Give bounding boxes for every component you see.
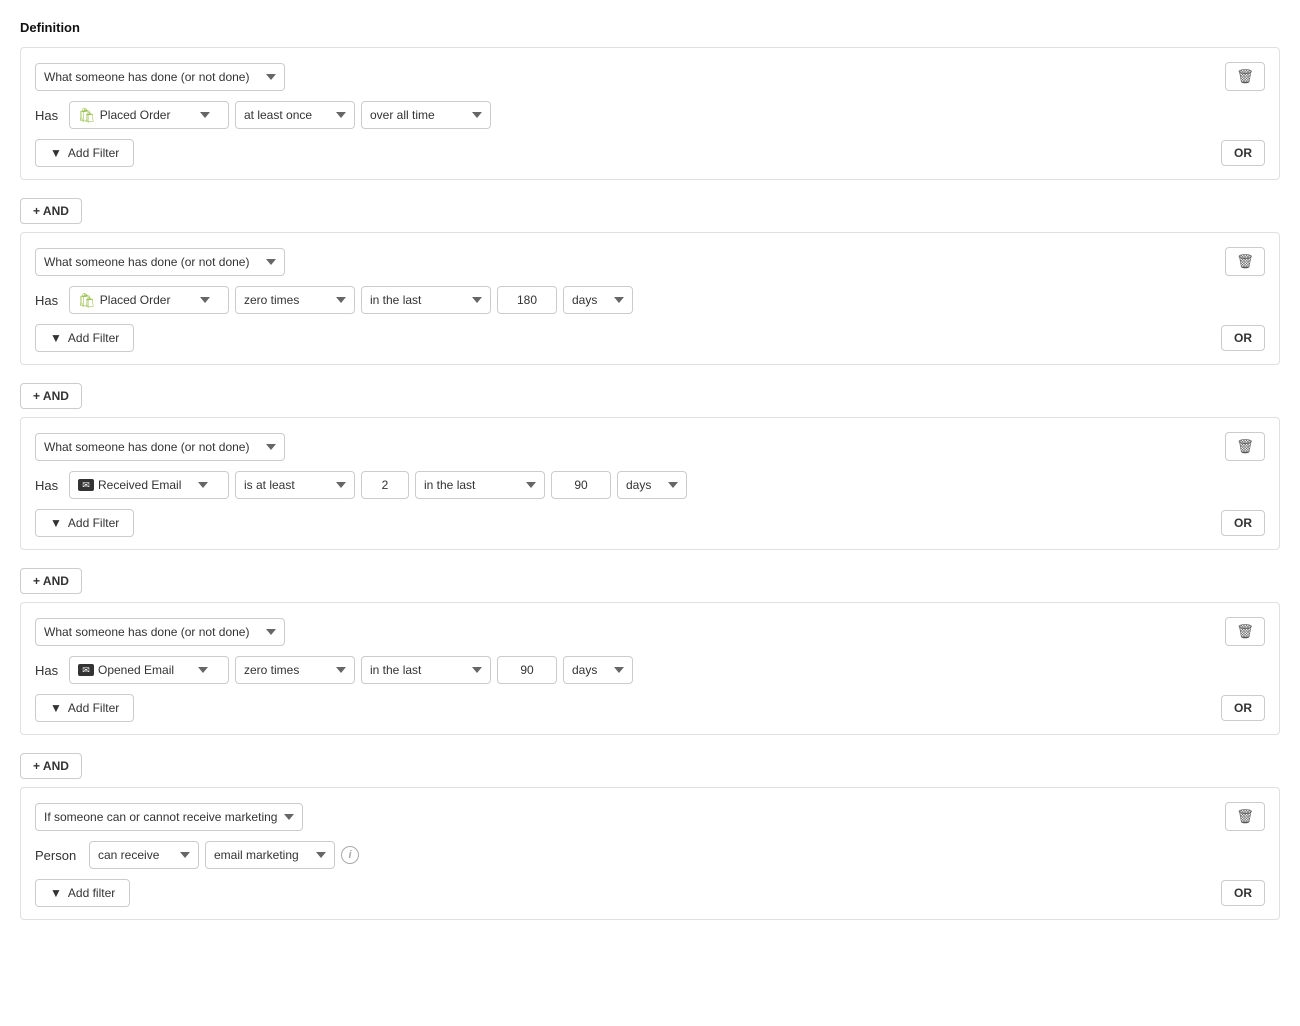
add-filter-button-3[interactable]: ▼ Add Filter xyxy=(35,509,134,537)
delete-button-2[interactable]: 🗑 xyxy=(1225,247,1265,276)
event-wrapper-3: ✉ Received Email xyxy=(69,471,229,499)
count-input-3[interactable] xyxy=(361,471,409,499)
add-filter-button-2[interactable]: ▼ Add Filter xyxy=(35,324,134,352)
and-connector-2[interactable]: + AND xyxy=(20,383,82,409)
person-label-5: Person xyxy=(35,848,83,863)
condition-header-2: What someone has done (or not done) 🗑 xyxy=(35,247,1265,276)
unit-dropdown-3[interactable]: days xyxy=(617,471,687,499)
main-dropdown-4[interactable]: What someone has done (or not done) xyxy=(35,618,285,646)
has-label-3: Has xyxy=(35,478,63,493)
or-button-1[interactable]: OR xyxy=(1221,140,1265,166)
and-connector-1[interactable]: + AND xyxy=(20,198,82,224)
has-label-1: Has xyxy=(35,108,63,123)
unit-dropdown-2[interactable]: days xyxy=(563,286,633,314)
receive-dropdown-5[interactable]: can receive xyxy=(89,841,199,869)
or-button-3[interactable]: OR xyxy=(1221,510,1265,536)
event-wrapper-2: 🛍 Placed Order xyxy=(69,286,229,314)
add-filter-button-4[interactable]: ▼ Add Filter xyxy=(35,694,134,722)
footer-row-4: ▼ Add Filter OR xyxy=(35,694,1265,722)
condition-row-3: Has ✉ Received Email is at least in the … xyxy=(35,471,1265,499)
condition-block-1: What someone has done (or not done) 🗑 Ha… xyxy=(20,47,1280,180)
add-filter-label-4: Add Filter xyxy=(68,701,119,715)
add-filter-label-1: Add Filter xyxy=(68,146,119,160)
shopify-icon-2: 🛍 xyxy=(78,292,96,309)
main-dropdown-1[interactable]: What someone has done (or not done) xyxy=(35,63,285,91)
shopify-icon-1: 🛍 xyxy=(78,107,96,124)
time-dropdown-1[interactable]: over all time xyxy=(361,101,491,129)
footer-row-1: ▼ Add Filter OR xyxy=(35,139,1265,167)
frequency-dropdown-4[interactable]: zero times xyxy=(235,656,355,684)
has-label-2: Has xyxy=(35,293,63,308)
main-dropdown-2[interactable]: What someone has done (or not done) xyxy=(35,248,285,276)
condition-header-5: If someone can or cannot receive marketi… xyxy=(35,802,1265,831)
event-dropdown-2[interactable]: Placed Order xyxy=(96,287,216,313)
add-filter-label-5: Add filter xyxy=(68,886,115,900)
or-button-4[interactable]: OR xyxy=(1221,695,1265,721)
time-dropdown-4[interactable]: in the last xyxy=(361,656,491,684)
condition-header-1: What someone has done (or not done) 🗑 xyxy=(35,62,1265,91)
add-filter-button-1[interactable]: ▼ Add Filter xyxy=(35,139,134,167)
filter-icon-4: ▼ xyxy=(50,701,62,715)
condition-block-4: What someone has done (or not done) 🗑 Ha… xyxy=(20,602,1280,735)
or-button-5[interactable]: OR xyxy=(1221,880,1265,906)
trash-icon-3: 🗑 xyxy=(1236,438,1254,455)
filter-icon-2: ▼ xyxy=(50,331,62,345)
condition-block-3: What someone has done (or not done) 🗑 Ha… xyxy=(20,417,1280,550)
main-dropdown-3[interactable]: What someone has done (or not done) xyxy=(35,433,285,461)
delete-button-4[interactable]: 🗑 xyxy=(1225,617,1265,646)
time-dropdown-3[interactable]: in the last xyxy=(415,471,545,499)
number-input-3[interactable] xyxy=(551,471,611,499)
delete-button-5[interactable]: 🗑 xyxy=(1225,802,1265,831)
condition-row-4: Has ✉ Opened Email zero times in the las… xyxy=(35,656,1265,684)
event-wrapper-1: 🛍 Placed Order xyxy=(69,101,229,129)
footer-row-2: ▼ Add Filter OR xyxy=(35,324,1265,352)
email-icon-4: ✉ xyxy=(78,664,94,676)
event-dropdown-4[interactable]: Opened Email xyxy=(94,657,214,683)
unit-dropdown-4[interactable]: days xyxy=(563,656,633,684)
condition-row-5: Person can receive email marketing i xyxy=(35,841,1265,869)
condition-row-1: Has 🛍 Placed Order at least once over al… xyxy=(35,101,1265,129)
filter-icon-3: ▼ xyxy=(50,516,62,530)
trash-icon-1: 🗑 xyxy=(1236,68,1254,85)
footer-row-5: ▼ Add filter OR xyxy=(35,879,1265,907)
or-button-2[interactable]: OR xyxy=(1221,325,1265,351)
frequency-dropdown-1[interactable]: at least once xyxy=(235,101,355,129)
filter-icon-1: ▼ xyxy=(50,146,62,160)
condition-block-2: What someone has done (or not done) 🗑 Ha… xyxy=(20,232,1280,365)
page-title: Definition xyxy=(20,20,1280,35)
filter-icon-5: ▼ xyxy=(50,886,62,900)
condition-header-3: What someone has done (or not done) 🗑 xyxy=(35,432,1265,461)
definition-section: Definition What someone has done (or not… xyxy=(20,20,1280,920)
has-label-4: Has xyxy=(35,663,63,678)
trash-icon-2: 🗑 xyxy=(1236,253,1254,270)
marketing-dropdown-5[interactable]: email marketing xyxy=(205,841,335,869)
email-icon-3: ✉ xyxy=(78,479,94,491)
time-dropdown-2[interactable]: in the last xyxy=(361,286,491,314)
event-dropdown-1[interactable]: Placed Order xyxy=(96,102,216,128)
add-filter-label-2: Add Filter xyxy=(68,331,119,345)
frequency-dropdown-2[interactable]: zero times xyxy=(235,286,355,314)
and-connector-3[interactable]: + AND xyxy=(20,568,82,594)
frequency-dropdown-3[interactable]: is at least xyxy=(235,471,355,499)
footer-row-3: ▼ Add Filter OR xyxy=(35,509,1265,537)
add-filter-button-5[interactable]: ▼ Add filter xyxy=(35,879,130,907)
and-connector-4[interactable]: + AND xyxy=(20,753,82,779)
info-icon-5[interactable]: i xyxy=(341,846,359,864)
condition-header-4: What someone has done (or not done) 🗑 xyxy=(35,617,1265,646)
condition-block-5: If someone can or cannot receive marketi… xyxy=(20,787,1280,920)
delete-button-3[interactable]: 🗑 xyxy=(1225,432,1265,461)
delete-button-1[interactable]: 🗑 xyxy=(1225,62,1265,91)
condition-row-2: Has 🛍 Placed Order zero times in the las… xyxy=(35,286,1265,314)
add-filter-label-3: Add Filter xyxy=(68,516,119,530)
number-input-2[interactable] xyxy=(497,286,557,314)
event-dropdown-3[interactable]: Received Email xyxy=(94,472,214,498)
event-wrapper-4: ✉ Opened Email xyxy=(69,656,229,684)
number-input-4[interactable] xyxy=(497,656,557,684)
trash-icon-4: 🗑 xyxy=(1236,623,1254,640)
main-dropdown-5[interactable]: If someone can or cannot receive marketi… xyxy=(35,803,303,831)
trash-icon-5: 🗑 xyxy=(1236,808,1254,825)
